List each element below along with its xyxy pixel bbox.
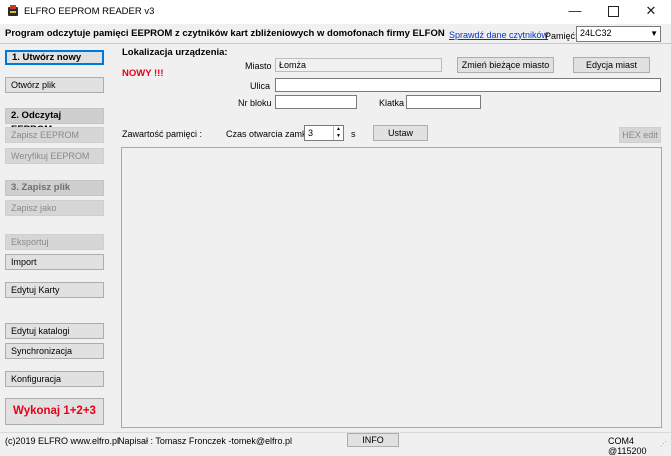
program-description: Program odczytuje pamięci EEPROM z czytn… (5, 28, 445, 39)
set-button[interactable]: Ustaw (373, 125, 428, 141)
lock-time-label: Czas otwarcia zamka : (226, 129, 317, 139)
stairwell-label: Klatka (379, 98, 405, 108)
chevron-down-icon: ▼ (650, 29, 658, 38)
maximize-icon[interactable] (594, 0, 632, 24)
block-number-label: Nr bloku (238, 98, 272, 108)
check-readers-link[interactable]: Sprawdź dane czytników (449, 30, 548, 40)
close-icon[interactable]: ✕ (632, 0, 670, 24)
change-city-button[interactable]: Zmień bieżące miasto (457, 57, 554, 73)
open-file-button[interactable]: Otwórz plik (5, 77, 104, 93)
memory-contents-label: Zawartość pamięci : (122, 129, 203, 139)
lock-time-value: 3 (308, 128, 314, 138)
city-label: Miasto (245, 61, 272, 71)
location-heading: Lokalizacja urządzenia: (122, 47, 228, 58)
configuration-button[interactable]: Konfiguracja (5, 371, 104, 387)
header-divider (0, 43, 671, 44)
run-all-button[interactable]: Wykonaj 1+2+3 (5, 398, 104, 425)
spinner-down-icon[interactable]: ▼ (333, 133, 343, 140)
info-button[interactable]: INFO (347, 433, 399, 447)
resize-grip-icon[interactable]: ⋰ (660, 440, 669, 449)
memory-contents-area[interactable] (121, 147, 662, 428)
lock-time-unit: s (351, 129, 356, 139)
street-field[interactable] (275, 78, 661, 92)
memory-type-value: 24LC32 (580, 28, 612, 38)
save-file-section[interactable]: 3. Zapisz plik (5, 180, 104, 196)
export-button[interactable]: Eksportuj (5, 234, 104, 250)
verify-eeprom-button[interactable]: Weryfikuj EEPROM (5, 148, 104, 164)
stairwell-field[interactable] (406, 95, 481, 109)
status-copyright: (c)2019 ELFRO www.elfro.pl (5, 436, 120, 446)
edit-cities-button[interactable]: Edycja miast (573, 57, 650, 73)
spinner-up-icon[interactable]: ▲ (333, 126, 343, 133)
lock-time-stepper[interactable]: 3 ▲ ▼ (304, 125, 344, 141)
minimize-icon[interactable]: — (556, 0, 594, 24)
synchronization-button[interactable]: Synchronizacja (5, 343, 104, 359)
edit-catalogs-button[interactable]: Edytuj katalogi (5, 323, 104, 339)
import-button[interactable]: Import (5, 254, 104, 270)
hex-edit-button[interactable]: HEX edit (619, 127, 661, 143)
street-label: Ulica (250, 81, 271, 91)
status-author: Napisał : Tomasz Fronczek -tomek@elfro.p… (118, 436, 293, 446)
create-new-button[interactable]: 1. Utwórz nowy (5, 50, 104, 65)
city-field[interactable]: Łomża (275, 58, 442, 72)
edit-cards-button[interactable]: Edytuj Karty (5, 282, 104, 298)
read-eeprom-section[interactable]: 2. Odczytaj EEPROM (5, 108, 104, 135)
save-as-button[interactable]: Zapisz jako (5, 200, 104, 216)
memory-type-select[interactable]: 24LC32 ▼ (576, 26, 661, 42)
window-title: ELFRO EEPROM READER v3 (24, 6, 155, 17)
memory-label: Pamięć: (545, 31, 578, 41)
block-number-field[interactable] (275, 95, 357, 109)
new-badge: NOWY !!! (122, 68, 164, 79)
app-icon (8, 5, 18, 16)
save-eeprom-button[interactable]: Zapisz EEPROM (5, 127, 104, 143)
